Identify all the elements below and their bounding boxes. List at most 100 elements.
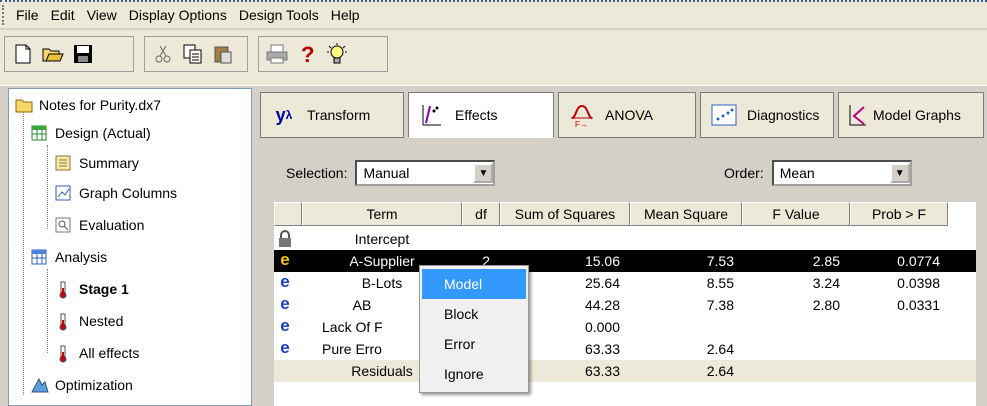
evaluation-icon	[55, 217, 73, 233]
context-menu-ignore[interactable]: Ignore	[420, 359, 528, 389]
table-header-term[interactable]: Term	[302, 202, 462, 226]
navigation-tree: Notes for Purity.dx7 Design (Actual) Sum…	[8, 88, 252, 406]
tree-graph-columns[interactable]: Graph Columns	[55, 181, 177, 205]
toolbar-misc-group: ?	[258, 36, 388, 72]
menu-design-tools[interactable]: Design Tools	[233, 7, 325, 23]
menu-grip	[2, 5, 6, 25]
summary-icon	[55, 155, 73, 171]
tab-diagnostics-label: Diagnostics	[747, 107, 820, 123]
cell-ms: 2.64	[706, 363, 734, 379]
effect-e-icon[interactable]: e	[276, 251, 294, 270]
tree-connector	[23, 109, 24, 395]
tree-connector	[47, 145, 48, 229]
help-icon[interactable]: ?	[293, 40, 321, 68]
cell-ms: 8.55	[706, 275, 734, 291]
tree-design-label: Design (Actual)	[55, 125, 151, 141]
table-header-sum-of-squares[interactable]: Sum of Squares	[500, 202, 630, 226]
table-row-selected[interactable]: e A-Supplier 2 15.06 7.53 2.85 0.0774	[274, 250, 976, 272]
menu-help[interactable]: Help	[325, 7, 366, 23]
table-row[interactable]: Intercept	[274, 228, 976, 250]
context-menu-error[interactable]: Error	[420, 329, 528, 359]
anova-icon: F→	[567, 100, 597, 130]
tab-anova[interactable]: F→ ANOVA	[558, 92, 696, 138]
table-row-residuals[interactable]: Residuals 24 63.33 2.64	[274, 360, 976, 382]
tree-analysis[interactable]: Analysis	[31, 245, 107, 269]
tree-nested[interactable]: Nested	[55, 309, 123, 333]
table-header-mean-square[interactable]: Mean Square	[630, 202, 742, 226]
tree-evaluation[interactable]: Evaluation	[55, 213, 144, 237]
selection-dropdown[interactable]: Manual ▼	[355, 160, 496, 186]
new-icon[interactable]	[9, 40, 37, 68]
analysis-icon	[31, 249, 49, 265]
table-header-icon-col	[274, 202, 302, 226]
thermometer-icon	[55, 281, 73, 299]
save-icon[interactable]	[69, 40, 97, 68]
context-menu-block[interactable]: Block	[420, 299, 528, 329]
lock-icon	[276, 230, 294, 248]
table-row[interactable]: e AB 44.28 7.38 2.80 0.0331	[274, 294, 976, 316]
effect-e-icon[interactable]: e	[276, 339, 294, 358]
context-menu: Model Block Error Ignore	[419, 265, 529, 393]
order-value: Mean	[779, 165, 815, 181]
tree-root[interactable]: Notes for Purity.dx7	[15, 93, 161, 117]
tree-all-effects[interactable]: All effects	[55, 341, 139, 365]
context-menu-model[interactable]: Model	[422, 269, 526, 299]
tip-icon[interactable]	[323, 40, 351, 68]
table-header-df[interactable]: df	[462, 202, 500, 226]
toolbar-file-group	[4, 36, 134, 72]
tree-summary[interactable]: Summary	[55, 151, 139, 175]
anova-effects-table: Term df Sum of Squares Mean Square F Val…	[274, 202, 976, 406]
cut-icon[interactable]	[149, 40, 177, 68]
tab-anova-label: ANOVA	[605, 107, 653, 123]
tab-transform-label: Transform	[307, 107, 371, 123]
svg-text:F→: F→	[575, 120, 588, 128]
tree-optimization-label: Optimization	[55, 377, 133, 393]
tree-summary-label: Summary	[79, 155, 139, 171]
cell-ms: 2.64	[706, 341, 734, 357]
chevron-down-icon[interactable]: ▼	[889, 163, 910, 183]
menu-file[interactable]: File	[10, 7, 45, 23]
tree-design[interactable]: Design (Actual)	[31, 121, 151, 145]
order-dropdown[interactable]: Mean ▼	[771, 160, 912, 186]
tree-root-label: Notes for Purity.dx7	[39, 97, 161, 113]
tree-analysis-label: Analysis	[55, 249, 108, 265]
tree-nested-label: Nested	[79, 313, 124, 329]
effect-e-icon[interactable]: e	[276, 295, 294, 314]
toolbar: ?	[0, 30, 987, 86]
table-header-f-value[interactable]: F Value	[742, 202, 850, 226]
effect-e-icon[interactable]: e	[276, 273, 294, 292]
cell-ms: 7.53	[706, 253, 734, 269]
chevron-down-icon[interactable]: ▼	[473, 163, 494, 183]
folder-icon	[15, 97, 33, 113]
cell-f: 2.85	[812, 253, 840, 269]
table-header-prob-f[interactable]: Prob > F	[850, 202, 948, 226]
copy-icon[interactable]	[179, 40, 207, 68]
menu-display-options[interactable]: Display Options	[123, 7, 233, 23]
transform-superscript: λ	[285, 108, 293, 122]
thermometer-icon	[55, 345, 73, 363]
table-row[interactable]: e Lack Of F 0.000	[274, 316, 976, 338]
table-row[interactable]: e Pure Erro 63.33 2.64	[274, 338, 976, 360]
menu-view[interactable]: View	[81, 7, 123, 23]
tab-transform[interactable]: yλ Transform	[260, 92, 404, 138]
cell-f: 3.24	[812, 275, 840, 291]
tab-effects[interactable]: Effects	[408, 92, 554, 138]
cell-ms: 7.38	[706, 297, 734, 313]
selection-row: Selection: Manual ▼	[286, 160, 496, 186]
design-grid-icon	[31, 125, 49, 141]
table-row[interactable]: e B-Lots 25.64 8.55 3.24 0.0398	[274, 272, 976, 294]
effect-e-icon[interactable]: e	[276, 317, 294, 336]
selection-label: Selection:	[286, 165, 348, 181]
order-label: Order:	[724, 165, 764, 181]
tree-optimization[interactable]: Optimization	[31, 373, 133, 397]
tab-model-graphs[interactable]: Model Graphs	[838, 92, 984, 138]
cell-p: 0.0331	[897, 297, 940, 313]
open-icon[interactable]	[39, 40, 67, 68]
tree-stage-1[interactable]: Stage 1	[55, 277, 129, 301]
tree-evaluation-label: Evaluation	[79, 217, 145, 233]
tree-stage-1-label: Stage 1	[79, 281, 129, 297]
print-icon[interactable]	[263, 40, 291, 68]
paste-icon[interactable]	[209, 40, 237, 68]
tab-diagnostics[interactable]: Diagnostics	[700, 92, 834, 138]
menu-edit[interactable]: Edit	[45, 7, 81, 23]
